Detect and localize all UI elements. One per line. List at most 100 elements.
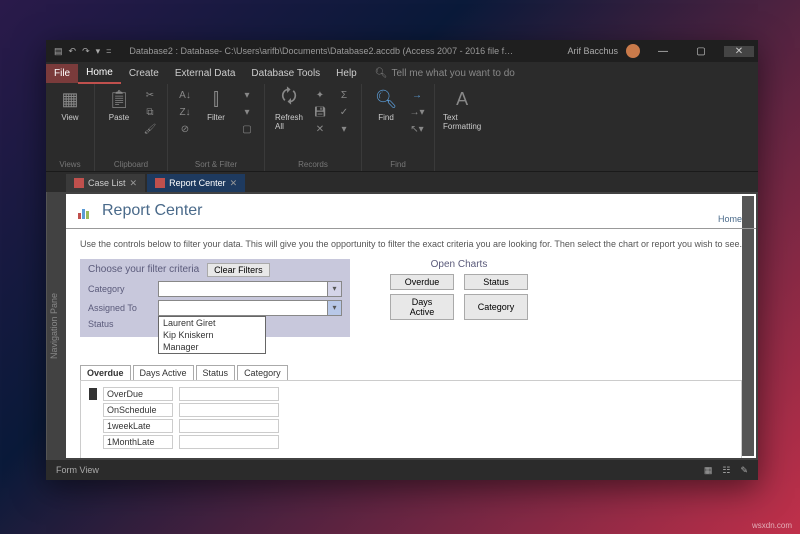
ribbon-group-textformat: A Text Formatting: [435, 84, 489, 171]
sort-desc-icon[interactable]: Z↓: [176, 104, 194, 120]
find-button[interactable]: 🔍︎ Find: [370, 87, 402, 122]
text-format-button[interactable]: A Text Formatting: [443, 87, 481, 131]
content-area: Navigation Pane Report Center Home Use t…: [46, 192, 758, 460]
chart-overdue-button[interactable]: Overdue: [390, 274, 454, 290]
delete-record-icon[interactable]: ✕: [311, 121, 329, 137]
row-value-input[interactable]: [179, 387, 279, 401]
chart-bars-icon: [78, 203, 94, 219]
filter-header-label: Choose your filter criteria: [88, 264, 199, 275]
goto-icon[interactable]: →▾: [408, 104, 426, 120]
report-form: Report Center Home Use the controls belo…: [66, 194, 756, 458]
selection-icon[interactable]: ▾: [238, 87, 256, 103]
clear-filters-button[interactable]: Clear Filters: [207, 263, 270, 277]
minimize-button[interactable]: —: [648, 46, 678, 57]
advanced-icon[interactable]: ▾: [238, 104, 256, 120]
status-label: Status: [88, 319, 158, 329]
tab-case-list[interactable]: Case List ✕: [66, 174, 145, 192]
status-left: Form View: [56, 465, 99, 475]
form-view-icon[interactable]: ▦: [704, 465, 713, 476]
data-grid: OverDue OnSchedule 1weekLate: [80, 380, 742, 458]
save-record-icon[interactable]: 💾︎: [311, 104, 329, 120]
select-icon[interactable]: ↖▾: [408, 121, 426, 137]
instructions-text: Use the controls below to filter your da…: [80, 239, 742, 251]
datasheet-view-icon[interactable]: ☷: [722, 465, 730, 476]
report-header: Report Center Home: [66, 194, 756, 229]
cut-icon[interactable]: ✂︎: [141, 87, 159, 103]
ribbon-group-records: 🗘 Refresh All ✦ 💾︎ ✕ Σ ✓ ▾ Records: [265, 84, 362, 171]
sub-tab-status[interactable]: Status: [196, 365, 236, 380]
totals-icon[interactable]: Σ: [335, 87, 353, 103]
close-icon[interactable]: ✕: [230, 178, 238, 189]
sub-tab-category[interactable]: Category: [237, 365, 288, 380]
menu-home[interactable]: Home: [78, 63, 121, 84]
tab-report-center[interactable]: Report Center ✕: [147, 174, 245, 192]
replace-icon[interactable]: →: [408, 87, 426, 103]
chart-days-active-button[interactable]: Days Active: [390, 294, 454, 320]
filter-button[interactable]: ⫿ Filter: [200, 87, 232, 122]
layout-view-icon[interactable]: ✎: [740, 465, 748, 476]
menu-help[interactable]: Help: [328, 64, 365, 83]
refresh-all-button[interactable]: 🗘 Refresh All: [273, 87, 305, 131]
copy-icon[interactable]: ⧉: [141, 104, 159, 120]
sub-tabs: Overdue Days Active Status Category: [80, 365, 742, 380]
view-switcher: ▦ ☷ ✎: [704, 465, 748, 476]
row-selector[interactable]: [89, 388, 97, 400]
ribbon-group-clipboard: 📋︎ Paste ✂︎ ⧉ 🖌︎ Clipboard: [95, 84, 168, 171]
chevron-down-icon[interactable]: ▾: [327, 301, 341, 315]
ribbon-group-views: ▦ View Views: [46, 84, 95, 171]
save-icon[interactable]: ▤: [54, 46, 63, 57]
chevron-down-icon[interactable]: ▾: [327, 282, 341, 296]
paste-button[interactable]: 📋︎ Paste: [103, 87, 135, 122]
report-body: Use the controls below to filter your da…: [66, 229, 756, 458]
remove-sort-icon[interactable]: ⊘: [176, 121, 194, 137]
text-format-label: Text Formatting: [443, 113, 481, 131]
spelling-icon[interactable]: ✓: [335, 104, 353, 120]
assigned-to-combobox[interactable]: ▾: [158, 300, 342, 316]
more-records-icon[interactable]: ▾: [335, 121, 353, 137]
new-record-icon[interactable]: ✦: [311, 87, 329, 103]
group-label-records: Records: [273, 160, 353, 169]
sort-asc-icon[interactable]: A↓: [176, 87, 194, 103]
group-label-sortfilter: Sort & Filter: [176, 160, 256, 169]
navigation-pane-toggle[interactable]: Navigation Pane: [46, 192, 64, 460]
find-label: Find: [378, 113, 394, 122]
dropdown-option[interactable]: Manager: [159, 341, 265, 353]
form-icon: [155, 178, 165, 188]
sub-tab-overdue[interactable]: Overdue: [80, 365, 131, 380]
assigned-to-dropdown-list: Laurent Giret Kip Kniskern Manager: [158, 316, 266, 354]
tab-case-list-label: Case List: [88, 178, 126, 188]
view-icon: ▦: [58, 87, 82, 111]
category-combobox[interactable]: ▾: [158, 281, 342, 297]
avatar[interactable]: [626, 44, 640, 58]
chart-category-button[interactable]: Category: [464, 294, 528, 320]
row-value-input[interactable]: [179, 419, 279, 433]
redo-icon[interactable]: ↷: [82, 46, 90, 57]
tell-me-search[interactable]: 🔍︎ Tell me what you want to do: [375, 68, 515, 79]
menu-create[interactable]: Create: [121, 64, 167, 83]
dropdown-option[interactable]: Kip Kniskern: [159, 329, 265, 341]
qat-more-icon[interactable]: ▾: [96, 46, 101, 57]
group-label-views: Views: [54, 160, 86, 169]
maximize-button[interactable]: ▢: [686, 46, 716, 57]
view-button[interactable]: ▦ View: [54, 87, 86, 122]
close-icon[interactable]: ✕: [130, 178, 138, 189]
user-name[interactable]: Arif Bacchus: [567, 46, 618, 56]
filter-icon: ⫿: [204, 87, 228, 111]
sub-tab-days-active[interactable]: Days Active: [133, 365, 194, 380]
close-button[interactable]: ✕: [724, 46, 754, 57]
chart-status-button[interactable]: Status: [464, 274, 528, 290]
menu-external-data[interactable]: External Data: [167, 64, 244, 83]
toggle-filter-icon[interactable]: ▢: [238, 121, 256, 137]
undo-icon[interactable]: ↶: [69, 46, 77, 57]
menu-file[interactable]: File: [46, 64, 78, 83]
watermark: wsxdn.com: [752, 521, 792, 530]
paste-label: Paste: [109, 113, 129, 122]
format-painter-icon[interactable]: 🖌︎: [141, 121, 159, 137]
dropdown-option[interactable]: Laurent Giret: [159, 317, 265, 329]
row-label: 1weekLate: [103, 419, 173, 433]
menu-database-tools[interactable]: Database Tools: [243, 64, 328, 83]
row-value-input[interactable]: [179, 403, 279, 417]
home-link[interactable]: Home: [718, 214, 742, 224]
app-window: ▤ ↶ ↷ ▾ = Database2 : Database- C:\Users…: [46, 40, 758, 480]
row-value-input[interactable]: [179, 435, 279, 449]
